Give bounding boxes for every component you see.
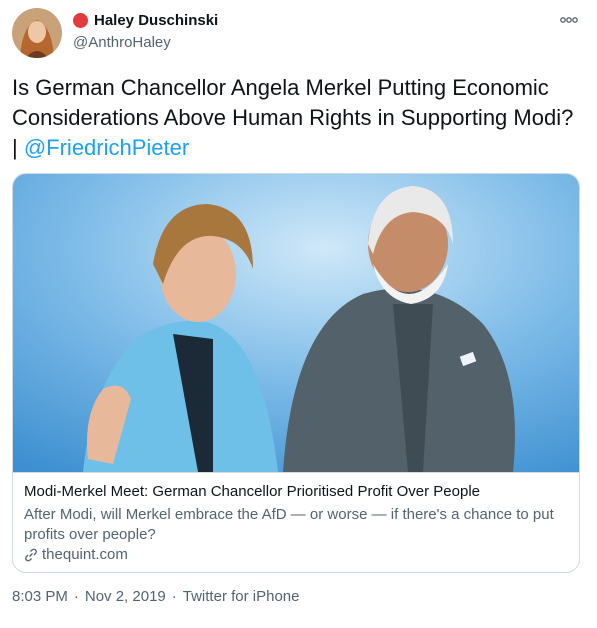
tweet-meta: 8:03 PM · Nov 2, 2019 · Twitter for iPhone — [12, 588, 299, 605]
card-domain-text: thequint.com — [42, 546, 128, 563]
separator: · — [171, 588, 177, 605]
card-domain: thequint.com — [24, 546, 128, 563]
tweet-text: Is German Chancellor Angela Merkel Putti… — [12, 73, 582, 163]
tweet-source: Twitter for iPhone — [182, 588, 300, 605]
more-options-icon[interactable] — [559, 14, 579, 26]
link-icon — [25, 548, 37, 561]
link-card[interactable]: Modi-Merkel Meet: German Chancellor Prio… — [12, 173, 580, 573]
tweet-date[interactable]: Nov 2, 2019 — [85, 588, 166, 605]
avatar-photo-icon — [12, 8, 62, 58]
card-title[interactable]: Modi-Merkel Meet: German Chancellor Prio… — [24, 483, 480, 500]
card-photo — [13, 174, 579, 472]
display-name[interactable]: Haley Duschinski — [94, 12, 218, 29]
tweet: Haley Duschinski @AnthroHaley Is German … — [0, 0, 597, 628]
tweet-time[interactable]: 8:03 PM — [12, 588, 68, 605]
avatar[interactable] — [12, 8, 62, 58]
card-image[interactable] — [13, 174, 579, 472]
red-circle-icon — [73, 13, 88, 28]
mention-link[interactable]: @FriedrichPieter — [24, 135, 189, 160]
card-body: Modi-Merkel Meet: German Chancellor Prio… — [13, 472, 579, 572]
separator: · — [73, 588, 79, 605]
name-row: Haley Duschinski — [73, 12, 218, 29]
card-description: After Modi, will Merkel embrace the AfD … — [24, 506, 554, 543]
user-handle[interactable]: @AnthroHaley — [73, 34, 171, 51]
